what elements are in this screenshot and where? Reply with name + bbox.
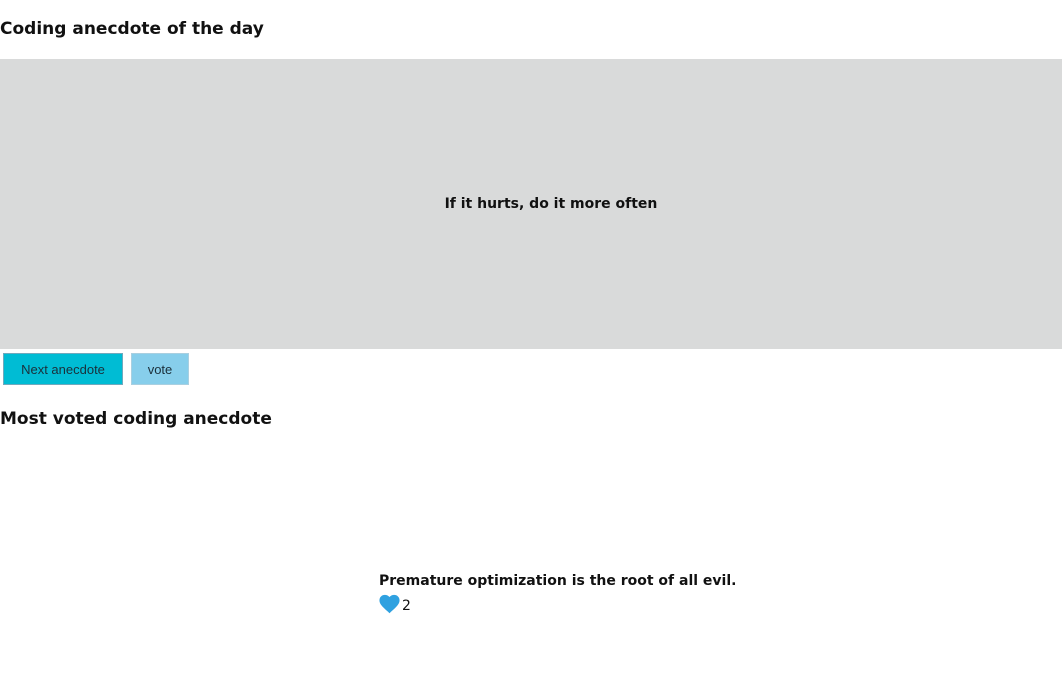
most-voted-anecdote: Premature optimization is the root of al… bbox=[379, 572, 736, 614]
vote-count: 2 bbox=[402, 598, 411, 614]
vote-count-line: 2 bbox=[379, 594, 736, 614]
anecdote-of-day-heading: Coding anecdote of the day bbox=[0, 19, 264, 39]
most-voted-heading: Most voted coding anecdote bbox=[0, 409, 272, 429]
vote-button[interactable]: vote bbox=[131, 353, 189, 385]
current-anecdote-text: If it hurts, do it more often bbox=[444, 196, 658, 212]
most-voted-text: Premature optimization is the root of al… bbox=[379, 573, 737, 589]
next-anecdote-button[interactable]: Next anecdote bbox=[3, 353, 123, 385]
heart-icon bbox=[379, 594, 400, 614]
anecdotes-page: Coding anecdote of the day If it hurts, … bbox=[0, 0, 1062, 690]
current-anecdote-panel: If it hurts, do it more often bbox=[0, 59, 1062, 349]
